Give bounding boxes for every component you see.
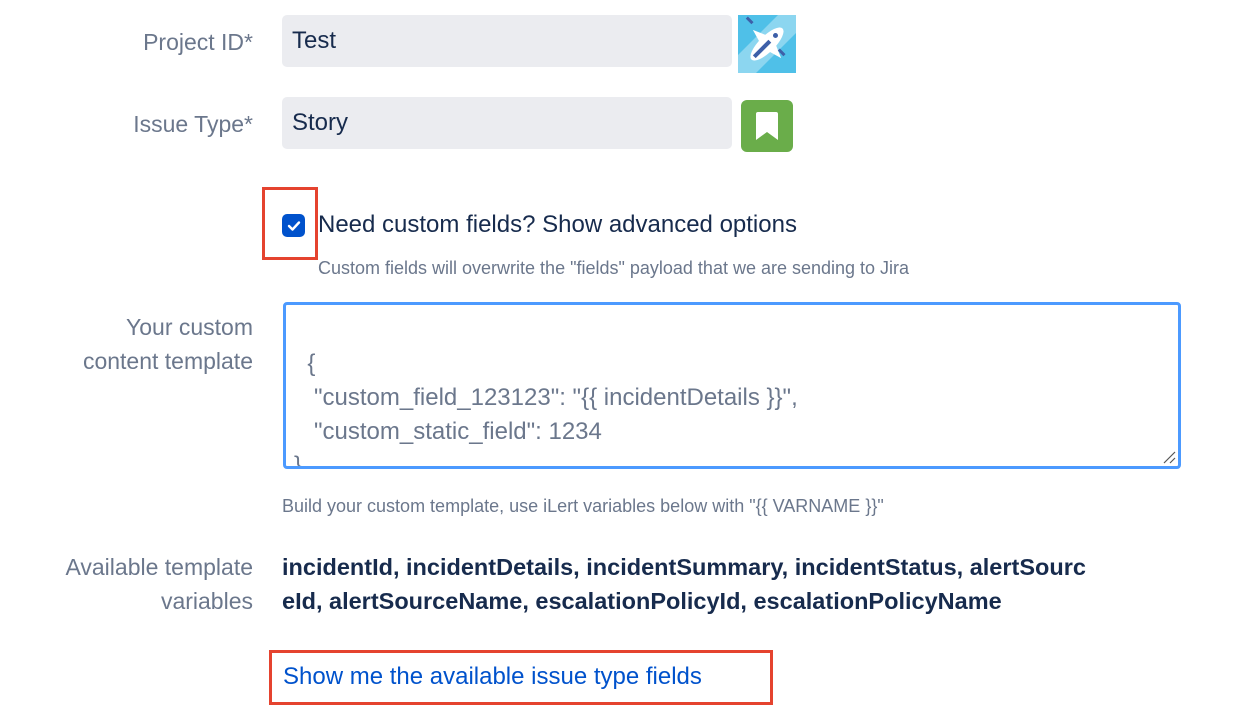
variables-label-line1: Available template [65, 554, 253, 580]
resize-handle-icon[interactable] [1160, 448, 1176, 464]
project-id-label: Project ID* [143, 29, 253, 55]
template-help: Build your custom template, use iLert va… [282, 496, 884, 516]
advanced-options-checkbox[interactable] [282, 214, 305, 237]
template-label-line1: Your custom [126, 314, 253, 340]
custom-template-value: { "custom_field_123123": "{{ incidentDet… [294, 350, 798, 469]
custom-template-textarea[interactable]: { "custom_field_123123": "{{ incidentDet… [283, 302, 1181, 469]
checkmark-icon [287, 220, 300, 231]
project-id-field[interactable]: Test [282, 15, 732, 67]
issue-type-field[interactable]: Story [282, 97, 732, 149]
issue-type-fields-link[interactable]: Show me the available issue type fields [283, 660, 702, 694]
template-label-line2: content template [82, 348, 253, 374]
variables-label: Available template variables [65, 550, 253, 618]
rocket-project-icon [738, 15, 796, 73]
template-variables-list: incidentId, incidentDetails, incidentSum… [282, 554, 1086, 614]
advanced-options-label[interactable]: Need custom fields? Show advanced option… [318, 208, 797, 242]
issue-type-label: Issue Type* [133, 111, 253, 137]
variables-label-line2: variables [160, 588, 253, 614]
template-label: Your custom content template [83, 310, 253, 378]
advanced-options-help: Custom fields will overwrite the "fields… [318, 258, 910, 278]
bookmark-story-icon [741, 100, 793, 152]
